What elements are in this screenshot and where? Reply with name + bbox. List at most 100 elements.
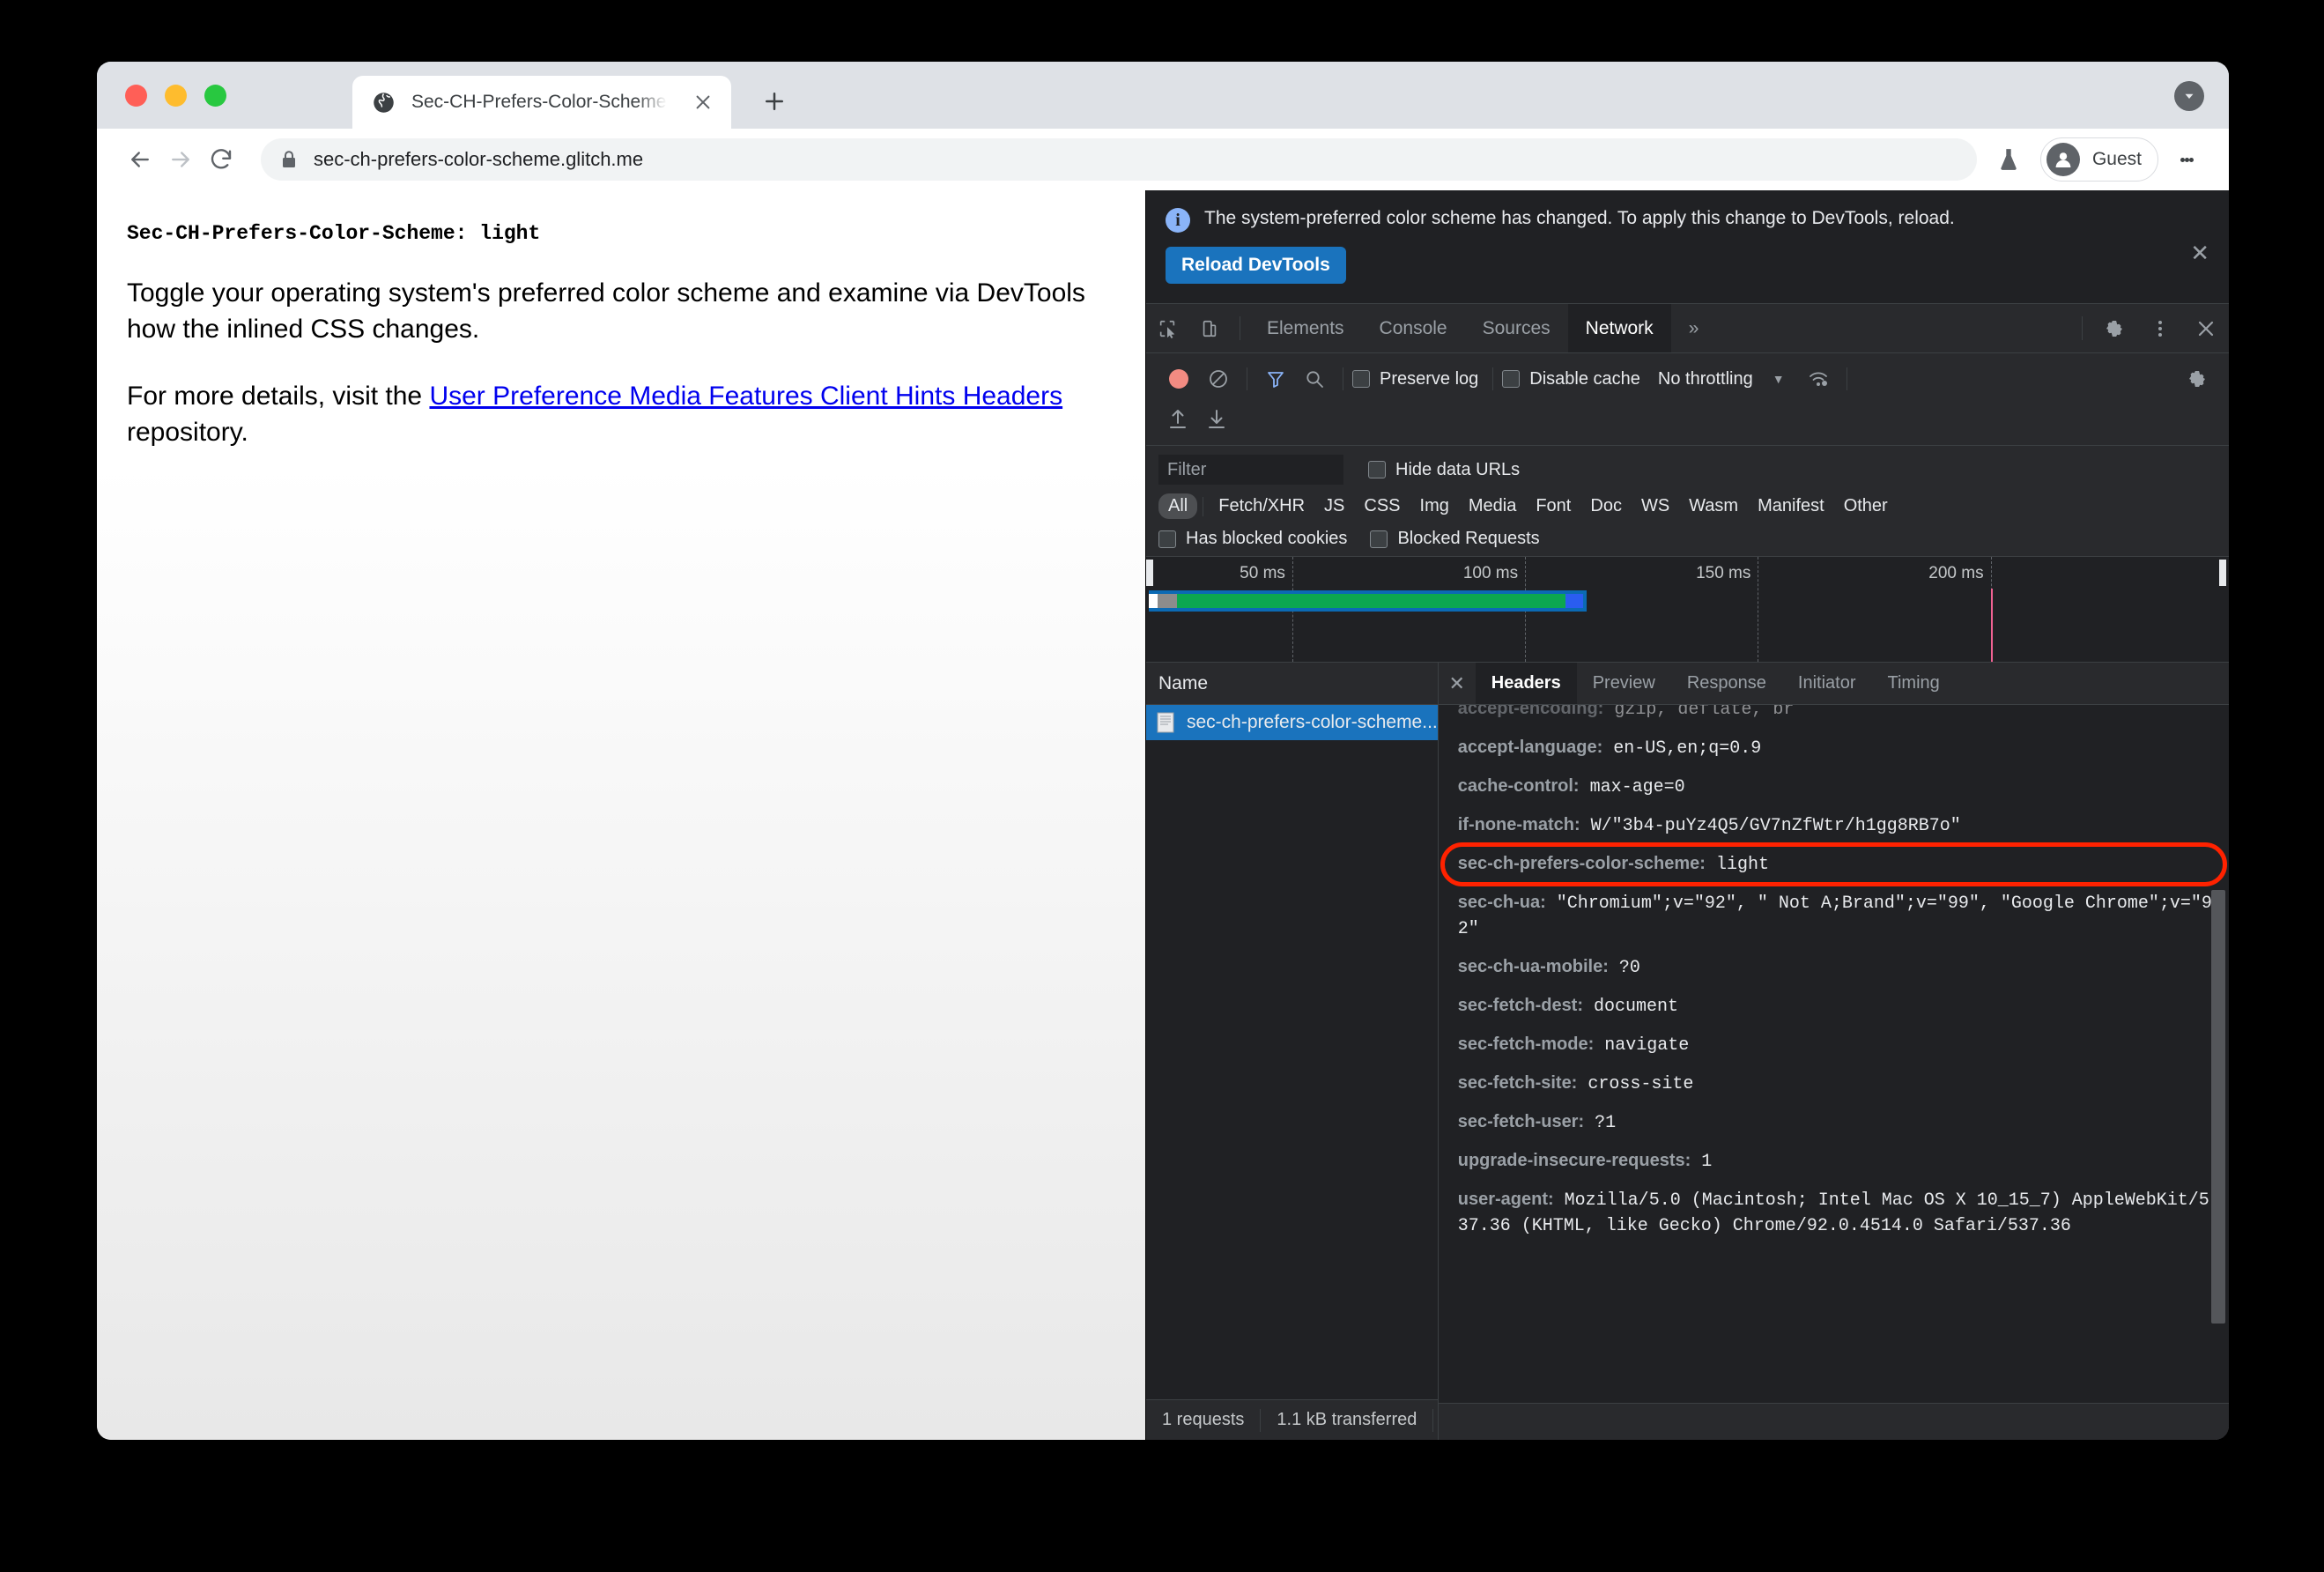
header-name: sec-ch-prefers-color-scheme: [1457, 854, 1706, 873]
clear-icon[interactable] [1199, 368, 1238, 389]
close-icon[interactable] [691, 90, 715, 115]
close-icon[interactable] [2183, 304, 2229, 352]
traffic-lights [125, 85, 226, 107]
disable-cache-checkbox[interactable]: Disable cache [1502, 369, 1640, 389]
type-filter-js[interactable]: JS [1314, 493, 1354, 519]
type-filter-fetch-xhr[interactable]: Fetch/XHR [1209, 493, 1314, 519]
tab-console[interactable]: Console [1362, 304, 1465, 352]
detail-bottom-bar [1438, 1403, 2229, 1440]
tab-initiator[interactable]: Initiator [1782, 663, 1872, 704]
close-icon[interactable]: ✕ [1439, 663, 1476, 704]
chevron-down-icon[interactable] [2174, 81, 2204, 111]
type-filter-all[interactable]: All [1158, 493, 1198, 519]
avatar [2046, 143, 2080, 176]
import-har-icon[interactable] [1158, 408, 1197, 431]
header-row[interactable]: sec-fetch-user: ?1 [1458, 1109, 2215, 1136]
export-har-icon[interactable] [1197, 408, 1236, 431]
type-filter-other[interactable]: Other [1834, 493, 1898, 519]
tab-timing[interactable]: Timing [1871, 663, 1955, 704]
chevron-down-icon[interactable]: ▼ [1773, 372, 1785, 386]
new-tab-button[interactable] [758, 85, 791, 118]
headers-list[interactable]: accept-encoding: gzip, deflate, br accep… [1439, 705, 2229, 1403]
preserve-log-checkbox[interactable]: Preserve log [1352, 369, 1478, 389]
tab-overflow-chevron-icon[interactable]: » [1671, 304, 1717, 352]
type-filter-wasm[interactable]: Wasm [1679, 493, 1748, 519]
repository-link[interactable]: User Preference Media Features Client Hi… [429, 382, 1062, 411]
detail-tabbar: ✕ Headers Preview Response Initiator Tim… [1438, 663, 2229, 705]
header-row[interactable]: if-none-match: W/"3b4-puYz4Q5/GV7nZfWtr/… [1458, 812, 2215, 839]
header-row[interactable]: sec-ch-ua: "Chromium";v="92", " Not A;Br… [1458, 890, 2215, 942]
reload-devtools-button[interactable]: Reload DevTools [1166, 247, 1346, 284]
type-filter-ws[interactable]: WS [1632, 493, 1679, 519]
browser-tab-title: Sec-CH-Prefers-Color-Scheme [411, 92, 667, 112]
window-minimize-button[interactable] [165, 85, 187, 107]
timeline-handle-left[interactable] [1146, 560, 1153, 586]
timeline-bar-download [1177, 594, 1565, 608]
checkbox-box [1370, 530, 1388, 548]
devtools-infobar: i The system-preferred color scheme has … [1146, 190, 2229, 304]
tab-network[interactable]: Network [1567, 304, 1671, 352]
timeline-bar-stalled [1158, 594, 1177, 608]
blocked-requests-checkbox[interactable]: Blocked Requests [1370, 529, 1540, 549]
header-row[interactable]: upgrade-insecure-requests: 1 [1458, 1148, 2215, 1175]
search-icon[interactable] [1295, 368, 1334, 389]
window-maximize-button[interactable] [204, 85, 226, 107]
address-bar[interactable]: sec-ch-prefers-color-scheme.glitch.me [261, 138, 1977, 181]
header-row[interactable]: sec-ch-ua-mobile: ?0 [1458, 954, 2215, 981]
window-close-button[interactable] [125, 85, 147, 107]
request-list-column-header[interactable]: Name [1146, 663, 1438, 705]
funnel-icon[interactable] [1256, 368, 1295, 389]
record-button-icon[interactable] [1169, 369, 1188, 389]
headers-scrollbar[interactable] [2211, 890, 2225, 1324]
header-row[interactable]: user-agent: Mozilla/5.0 (Macintosh; Inte… [1458, 1187, 2215, 1239]
browser-tab[interactable]: Sec-CH-Prefers-Color-Scheme [352, 76, 731, 129]
tab-sources[interactable]: Sources [1465, 304, 1568, 352]
timeline-handle-right[interactable] [2219, 560, 2226, 586]
type-filter-media[interactable]: Media [1459, 493, 1526, 519]
tab-preview[interactable]: Preview [1577, 663, 1671, 704]
throttling-select[interactable]: No throttling [1658, 369, 1753, 389]
divider [2082, 316, 2083, 340]
header-row[interactable]: accept-language: en-US,en;q=0.9 [1458, 735, 2215, 761]
forward-button[interactable] [160, 139, 201, 180]
header-row[interactable]: sec-fetch-dest: document [1458, 993, 2215, 1020]
type-filter-img[interactable]: Img [1410, 493, 1459, 519]
type-filter-doc[interactable]: Doc [1580, 493, 1632, 519]
tab-strip: Sec-CH-Prefers-Color-Scheme [97, 62, 2229, 129]
header-row[interactable]: sec-fetch-mode: navigate [1458, 1032, 2215, 1058]
has-blocked-cookies-checkbox[interactable]: Has blocked cookies [1158, 529, 1347, 549]
gear-icon[interactable] [2178, 368, 2217, 389]
header-row[interactable]: accept-encoding: gzip, deflate, br [1458, 705, 2215, 723]
gear-icon[interactable] [2091, 304, 2137, 352]
header-row[interactable]: cache-control: max-age=0 [1458, 774, 2215, 800]
close-icon[interactable]: ✕ [2190, 241, 2209, 264]
inspect-cursor-icon[interactable] [1146, 304, 1188, 352]
hide-data-urls-checkbox[interactable]: Hide data URLs [1368, 460, 1520, 480]
header-name: sec-ch-ua-mobile: [1457, 957, 1609, 976]
devtools-tabbar: Elements Console Sources Network » [1146, 304, 2229, 353]
header-name: sec-fetch-mode: [1457, 1034, 1595, 1054]
kebab-menu-icon[interactable] [2167, 140, 2206, 179]
kebab-menu-icon[interactable] [2137, 304, 2183, 352]
network-conditions-icon[interactable] [1799, 368, 1838, 389]
type-filter-manifest[interactable]: Manifest [1748, 493, 1834, 519]
network-overview-timeline[interactable]: 50 ms 100 ms 150 ms 200 ms [1146, 557, 2229, 663]
header-row[interactable]: sec-fetch-site: cross-site [1458, 1071, 2215, 1097]
tab-headers[interactable]: Headers [1475, 663, 1577, 704]
beaker-icon[interactable] [1989, 140, 2028, 179]
reload-button[interactable] [201, 139, 241, 180]
tab-elements[interactable]: Elements [1249, 304, 1362, 352]
header-row-sec-ch-prefers-color-scheme[interactable]: sec-ch-prefers-color-scheme: light [1458, 851, 2215, 878]
timeline-tick-100ms: 100 ms [1462, 564, 1519, 582]
filter-input[interactable] [1158, 455, 1343, 485]
request-rows: sec-ch-prefers-color-scheme... [1146, 705, 1438, 1399]
request-row[interactable]: sec-ch-prefers-color-scheme... [1146, 705, 1438, 740]
back-button[interactable] [120, 139, 160, 180]
lock-icon [280, 150, 298, 169]
device-toolbar-icon[interactable] [1188, 304, 1231, 352]
profile-chip[interactable]: Guest [2039, 137, 2158, 182]
type-filter-css[interactable]: CSS [1354, 493, 1410, 519]
type-filter-font[interactable]: Font [1526, 493, 1580, 519]
disable-cache-label: Disable cache [1529, 368, 1640, 389]
tab-response[interactable]: Response [1671, 663, 1782, 704]
